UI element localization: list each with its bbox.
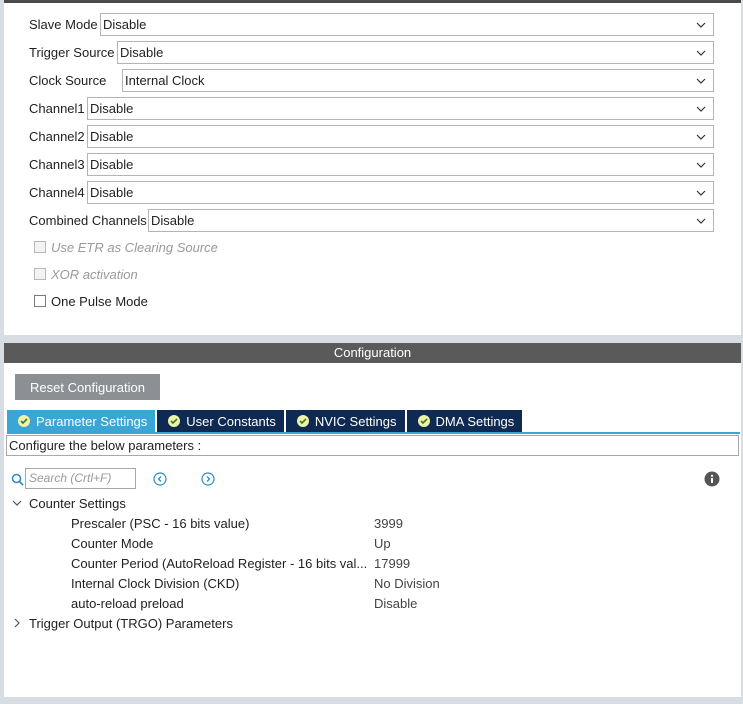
- tabs-underline: [7, 432, 740, 434]
- check-circle-icon: [417, 415, 430, 427]
- check-circle-icon: [168, 415, 181, 427]
- search-input[interactable]: Search (Crtl+F): [25, 468, 136, 489]
- previous-result-icon[interactable]: [153, 472, 167, 486]
- counter-settings-label: Counter Settings: [29, 495, 126, 511]
- check-circle-icon: [18, 415, 30, 427]
- tab-label: DMA Settings: [435, 413, 515, 429]
- panel-separator: [0, 335, 743, 343]
- param-value[interactable]: No Division: [374, 576, 440, 591]
- channel4-select[interactable]: Disable: [87, 181, 714, 204]
- param-value[interactable]: 17999: [374, 556, 410, 571]
- param-value[interactable]: Disable: [374, 596, 417, 611]
- next-result-icon[interactable]: [201, 472, 215, 486]
- chevron-down-icon: [696, 218, 706, 224]
- tab-label: Parameter Settings: [36, 413, 148, 429]
- tab-label: NVIC Settings: [314, 413, 397, 429]
- channel1-row: Channel1: [29, 96, 85, 120]
- counter-settings-node[interactable]: Counter Settings: [11, 493, 126, 513]
- top-border: [0, 0, 743, 3]
- clock-source-select[interactable]: Internal Clock: [122, 69, 714, 92]
- clock-source-value: Internal Clock: [125, 73, 205, 88]
- clock-source-label: Clock Source: [29, 72, 107, 88]
- channel2-value: Disable: [90, 129, 134, 144]
- channel3-select[interactable]: Disable: [87, 153, 714, 176]
- combined-channels-row: Combined Channels: [29, 208, 147, 232]
- config-tabs: Parameter Settings User Constants NVIC S…: [7, 410, 524, 432]
- param-name: Counter Period (AutoReload Register - 16…: [71, 556, 368, 571]
- frame-bottom: [0, 697, 743, 704]
- tab-user-constants[interactable]: User Constants: [157, 410, 284, 432]
- channel1-value: Disable: [90, 101, 134, 116]
- one-pulse-mode-checkbox[interactable]: [34, 295, 46, 307]
- param-row-counter-mode[interactable]: Counter Mode Up: [71, 533, 731, 553]
- check-circle-icon: [296, 415, 309, 427]
- combined-channels-select[interactable]: Disable: [148, 209, 714, 232]
- chevron-down-icon: [696, 22, 706, 28]
- channel4-value: Disable: [90, 185, 134, 200]
- tab-parameter-settings[interactable]: Parameter Settings: [7, 410, 156, 432]
- trgo-parameters-label: Trigger Output (TRGO) Parameters: [29, 615, 233, 631]
- slave-mode-row: Slave Mode: [29, 12, 98, 36]
- param-row-counter-period[interactable]: Counter Period (AutoReload Register - 16…: [71, 553, 731, 573]
- tab-dma-settings[interactable]: DMA Settings: [406, 410, 523, 432]
- channel4-label: Channel4: [29, 184, 85, 200]
- combined-channels-label: Combined Channels: [29, 212, 147, 228]
- param-name: Internal Clock Division (CKD): [71, 576, 240, 591]
- param-value[interactable]: Up: [374, 536, 391, 551]
- channel3-row: Channel3: [29, 152, 85, 176]
- one-pulse-mode-row[interactable]: One Pulse Mode: [34, 292, 148, 310]
- param-name: Counter Mode: [71, 536, 154, 551]
- param-value[interactable]: 3999: [374, 516, 403, 531]
- chevron-down-icon: [696, 106, 706, 112]
- trgo-parameters-node[interactable]: Trigger Output (TRGO) Parameters: [11, 613, 233, 633]
- chevron-down-icon: [696, 50, 706, 56]
- etr-clearing-row: Use ETR as Clearing Source: [34, 238, 218, 256]
- combined-channels-value: Disable: [151, 213, 195, 228]
- chevron-down-icon: [696, 162, 706, 168]
- parameters-info-text: Configure the below parameters :: [6, 435, 739, 456]
- one-pulse-mode-label: One Pulse Mode: [51, 293, 148, 309]
- etr-clearing-label: Use ETR as Clearing Source: [51, 239, 218, 255]
- etr-clearing-checkbox: [34, 241, 46, 253]
- tab-nvic-settings[interactable]: NVIC Settings: [285, 410, 405, 432]
- chevron-down-icon: [696, 134, 706, 140]
- chevron-down-icon: [696, 190, 706, 196]
- slave-mode-label: Slave Mode: [29, 16, 98, 32]
- slave-mode-select[interactable]: Disable: [100, 13, 714, 36]
- xor-activation-row: XOR activation: [34, 265, 138, 283]
- param-row-prescaler[interactable]: Prescaler (PSC - 16 bits value) 3999: [71, 513, 731, 533]
- param-name: auto-reload preload: [71, 596, 184, 611]
- clock-source-row: Clock Source: [29, 68, 106, 92]
- trigger-source-label: Trigger Source: [29, 44, 115, 60]
- slave-mode-value: Disable: [103, 17, 147, 32]
- channel2-row: Channel2: [29, 124, 85, 148]
- param-row-clock-division[interactable]: Internal Clock Division (CKD) No Divisio…: [71, 573, 731, 593]
- channel2-label: Channel2: [29, 128, 85, 144]
- trigger-source-value: Disable: [120, 45, 164, 60]
- chevron-down-icon: [12, 500, 22, 506]
- info-icon[interactable]: [704, 471, 720, 487]
- trigger-source-row: Trigger Source: [29, 40, 115, 64]
- param-name: Prescaler (PSC - 16 bits value): [71, 516, 250, 531]
- channel2-select[interactable]: Disable: [87, 125, 714, 148]
- xor-activation-checkbox: [34, 268, 46, 280]
- reset-configuration-button[interactable]: Reset Configuration: [15, 374, 160, 400]
- param-row-auto-reload[interactable]: auto-reload preload Disable: [71, 593, 731, 613]
- channel3-value: Disable: [90, 157, 134, 172]
- channel3-label: Channel3: [29, 156, 85, 172]
- chevron-right-icon: [14, 618, 20, 628]
- channel4-row: Channel4: [29, 180, 85, 204]
- configuration-header: Configuration: [4, 343, 741, 363]
- search-icon[interactable]: [11, 473, 24, 486]
- channel1-label: Channel1: [29, 100, 85, 116]
- chevron-down-icon: [696, 78, 706, 84]
- channel1-select[interactable]: Disable: [87, 97, 714, 120]
- xor-activation-label: XOR activation: [51, 266, 138, 282]
- trigger-source-select[interactable]: Disable: [117, 41, 714, 64]
- tab-label: User Constants: [186, 413, 276, 429]
